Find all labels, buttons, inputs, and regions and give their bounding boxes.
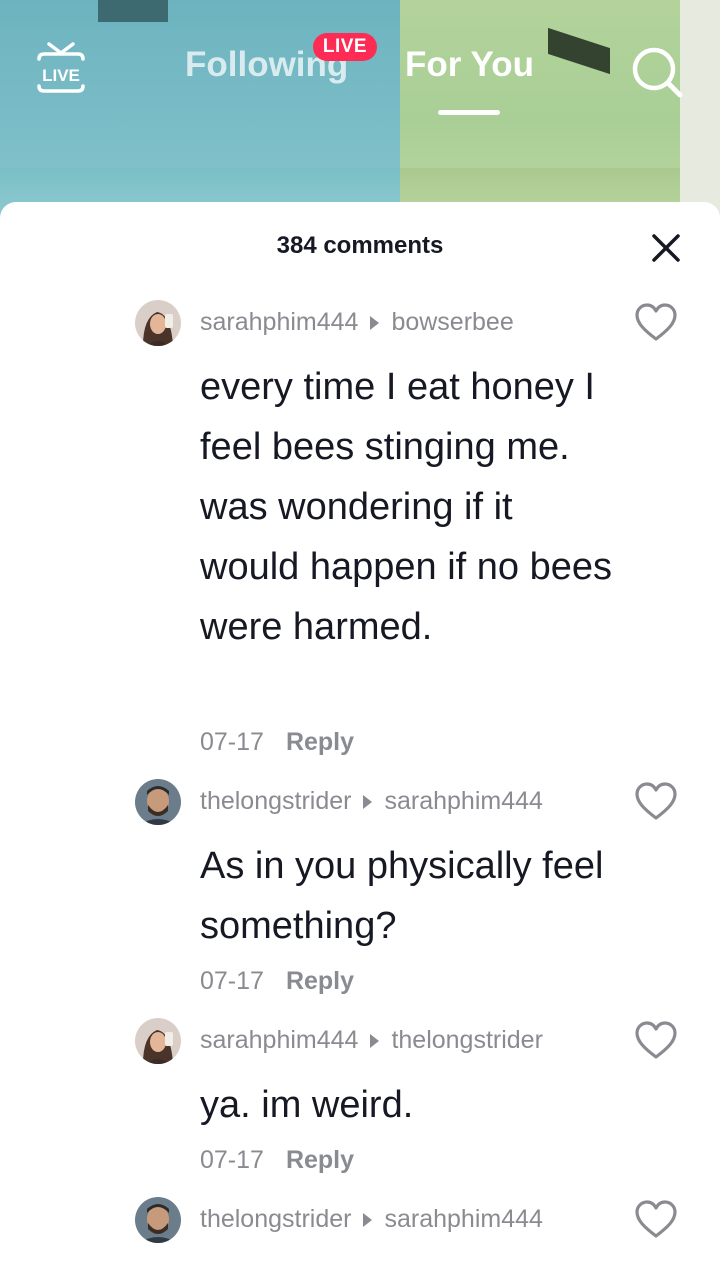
- reply-to-user[interactable]: sarahphim444: [384, 787, 542, 816]
- tab-for-you[interactable]: For You: [405, 45, 534, 85]
- heart-icon[interactable]: [634, 1021, 678, 1061]
- comment-date: 07-17: [200, 967, 264, 995]
- live-badge: LIVE: [313, 33, 377, 61]
- live-tv-icon[interactable]: LIVE: [33, 40, 89, 98]
- avatar[interactable]: [135, 1018, 181, 1064]
- comment-author[interactable]: sarahphim444: [200, 308, 358, 337]
- comment-author[interactable]: thelongstrider: [200, 1205, 351, 1234]
- live-icon-label: LIVE: [42, 66, 80, 85]
- comment-meta: sarahphim444 bowserbee: [200, 308, 514, 337]
- reply-to-user[interactable]: bowserbee: [391, 308, 513, 337]
- comment-date: 07-17: [200, 1146, 264, 1174]
- heart-icon[interactable]: [634, 1200, 678, 1240]
- comment-text: every time I eat honey I feel bees sting…: [200, 366, 612, 648]
- reply-arrow-icon: [363, 794, 373, 809]
- comment-date: 07-17: [200, 728, 264, 756]
- close-icon[interactable]: [648, 230, 684, 266]
- top-navigation: LIVE Following LIVE For You: [0, 0, 720, 130]
- comments-count-title: 384 comments: [276, 232, 444, 259]
- heart-icon[interactable]: [634, 303, 678, 343]
- comment-meta: thelongstrider sarahphim444: [200, 1205, 543, 1234]
- search-icon[interactable]: [628, 43, 686, 101]
- reply-arrow-icon: [370, 1033, 380, 1048]
- reply-arrow-icon: [363, 1212, 373, 1227]
- comments-sheet: 384 comments sarahphim444 bowserbee ever…: [0, 202, 720, 1278]
- comment-meta: sarahphim444 thelongstrider: [200, 1026, 543, 1055]
- active-tab-indicator: [438, 110, 500, 115]
- comment-meta: thelongstrider sarahphim444: [200, 787, 543, 816]
- comment-author[interactable]: thelongstrider: [200, 787, 351, 816]
- comment-footer: 07-17 Reply: [200, 728, 354, 757]
- reply-button[interactable]: Reply: [286, 728, 354, 756]
- avatar[interactable]: [135, 300, 181, 346]
- avatar[interactable]: [135, 779, 181, 825]
- reply-to-user[interactable]: thelongstrider: [391, 1026, 542, 1055]
- comment-text: ya. im weird.: [200, 1084, 414, 1126]
- heart-icon[interactable]: [634, 782, 678, 822]
- reply-arrow-icon: [370, 315, 380, 330]
- reply-button[interactable]: Reply: [286, 967, 354, 995]
- reply-button[interactable]: Reply: [286, 1146, 354, 1174]
- comment-author[interactable]: sarahphim444: [200, 1026, 358, 1055]
- comment-footer: 07-17 Reply: [200, 967, 354, 996]
- comment-footer: 07-17 Reply: [200, 1146, 354, 1175]
- comment-text: As in you physically feel something?: [200, 845, 604, 947]
- avatar[interactable]: [135, 1197, 181, 1243]
- reply-to-user[interactable]: sarahphim444: [384, 1205, 542, 1234]
